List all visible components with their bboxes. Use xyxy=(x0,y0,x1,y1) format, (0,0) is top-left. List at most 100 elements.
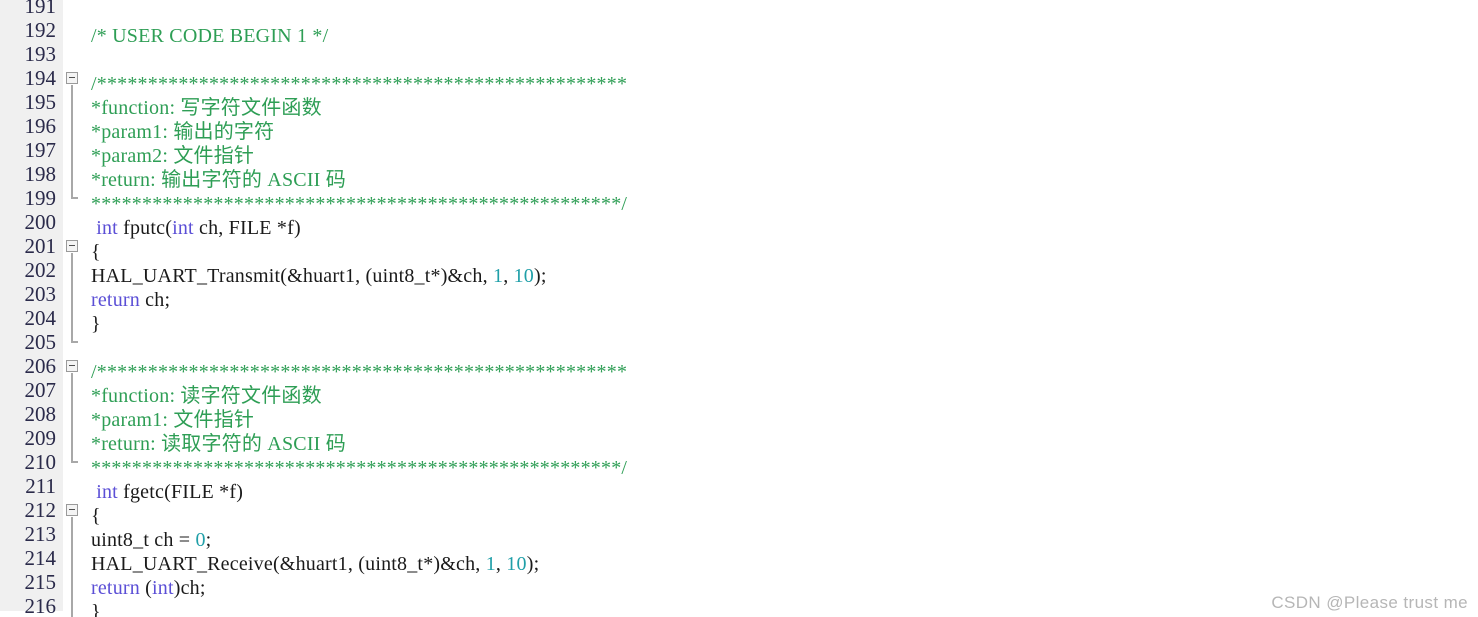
code-token-plain: ; xyxy=(205,529,212,551)
code-token-number: 1 xyxy=(492,265,504,287)
line-number: 209 xyxy=(24,426,57,450)
code-line[interactable]: *param1: 输出的字符 xyxy=(85,120,1478,144)
fold-cell xyxy=(63,546,85,570)
fold-collapse-icon[interactable] xyxy=(66,504,78,516)
fold-guide-line xyxy=(71,90,73,114)
fold-guide-line xyxy=(71,282,73,306)
line-number: 211 xyxy=(25,474,56,498)
code-folding-gutter[interactable] xyxy=(63,0,85,617)
code-line[interactable]: /***************************************… xyxy=(85,72,1478,96)
line-number: 208 xyxy=(24,402,57,426)
fold-cell xyxy=(63,90,85,114)
code-line[interactable]: uint8_t ch = 0; xyxy=(85,528,1478,552)
code-token-comment: ****************************************… xyxy=(91,457,628,479)
code-line[interactable]: ****************************************… xyxy=(85,456,1478,480)
code-line[interactable] xyxy=(85,336,1478,360)
fold-cell xyxy=(63,258,85,282)
code-line[interactable]: *return: 读取字符的 ASCII 码 xyxy=(85,432,1478,456)
fold-end-marker xyxy=(71,341,78,343)
fold-cell xyxy=(63,234,85,258)
fold-cell xyxy=(63,66,85,90)
fold-end-marker xyxy=(71,461,78,463)
code-token-comment: *param2: 文件指针 xyxy=(91,145,255,167)
line-number: 216 xyxy=(24,594,57,617)
line-number: 196 xyxy=(24,114,57,138)
line-number: 194 xyxy=(24,66,57,90)
code-line[interactable]: return (int)ch; xyxy=(85,576,1478,600)
line-number: 214 xyxy=(24,546,57,570)
code-token-number: 0 xyxy=(195,529,206,551)
code-line[interactable]: *function: 读字符文件函数 xyxy=(85,384,1478,408)
line-number-gutter[interactable]: 191 192 193 194 195 196 197 198 199 200 201 202 203 2… xyxy=(0,0,63,617)
fold-guide-line xyxy=(71,114,73,138)
code-token-plain: , xyxy=(495,553,507,575)
fold-guide-line xyxy=(71,594,73,617)
code-line[interactable]: HAL_UART_Receive(&huart1, (uint8_t*)&ch,… xyxy=(85,552,1478,576)
code-token-plain: HAL_UART_Receive(&huart1, (uint8_t*)&ch, xyxy=(91,553,486,575)
code-line[interactable] xyxy=(85,48,1478,72)
line-number: 200 xyxy=(24,210,57,234)
line-number: 191 xyxy=(24,0,57,18)
line-number: 202 xyxy=(24,258,57,282)
code-token-comment: ****************************************… xyxy=(91,193,628,215)
code-line[interactable]: *return: 输出字符的 ASCII 码 xyxy=(85,168,1478,192)
code-token-plain: )ch; xyxy=(173,577,206,599)
code-token-plain: uint8_t ch = xyxy=(91,529,196,551)
code-token-plain: fgetc(FILE *f) xyxy=(117,481,244,503)
fold-guide-line xyxy=(71,162,73,186)
code-editor[interactable]: 191 192 193 194 195 196 197 198 199 200 201 202 203 2… xyxy=(0,0,1478,617)
fold-cell xyxy=(63,594,85,617)
code-line[interactable]: int fgetc(FILE *f) xyxy=(85,480,1478,504)
code-line[interactable]: } xyxy=(85,600,1478,617)
code-line[interactable] xyxy=(85,0,1478,24)
line-number: 199 xyxy=(24,186,57,210)
code-token-plain: ); xyxy=(534,265,547,287)
code-line[interactable]: } xyxy=(85,312,1478,336)
code-token-plain: { xyxy=(91,505,101,527)
code-token-keyword: int xyxy=(96,481,118,503)
code-line[interactable]: ****************************************… xyxy=(85,192,1478,216)
code-line[interactable]: HAL_UART_Transmit(&huart1, (uint8_t*)&ch… xyxy=(85,264,1478,288)
code-line[interactable]: { xyxy=(85,240,1478,264)
fold-collapse-icon[interactable] xyxy=(66,360,78,372)
fold-cell xyxy=(63,210,85,234)
code-line[interactable]: *function: 写字符文件函数 xyxy=(85,96,1478,120)
code-token-comment: *function: 写字符文件函数 xyxy=(91,97,322,119)
line-number: 205 xyxy=(24,330,57,354)
line-number: 206 xyxy=(24,354,57,378)
fold-cell xyxy=(63,306,85,330)
code-token-plain: ); xyxy=(526,553,540,575)
code-line[interactable]: /***************************************… xyxy=(85,360,1478,384)
code-token-keyword: int xyxy=(96,217,118,239)
line-number: 213 xyxy=(24,522,57,546)
code-line[interactable]: *param1: 文件指针 xyxy=(85,408,1478,432)
code-token-plain: ch; xyxy=(139,289,171,311)
code-line[interactable]: { xyxy=(85,504,1478,528)
fold-guide-line xyxy=(71,426,73,450)
code-line[interactable]: /* USER CODE BEGIN 1 */ xyxy=(85,24,1478,48)
line-number: 212 xyxy=(24,498,57,522)
fold-cell xyxy=(63,114,85,138)
code-line[interactable]: int fputc(int ch, FILE *f) xyxy=(85,216,1478,240)
code-token-number: 10 xyxy=(506,553,527,575)
code-line[interactable]: return ch; xyxy=(85,288,1478,312)
code-token-plain: { xyxy=(91,241,101,263)
fold-guide-line xyxy=(71,378,73,402)
code-token-keyword: int xyxy=(172,217,194,239)
code-text-area[interactable]: /* USER CODE BEGIN 1 */ /****************… xyxy=(85,0,1478,617)
code-token-plain: ch, FILE *f) xyxy=(193,217,301,239)
fold-collapse-icon[interactable] xyxy=(66,72,78,84)
code-token-comment: /***************************************… xyxy=(91,361,628,383)
fold-collapse-icon[interactable] xyxy=(66,240,78,252)
fold-guide-line xyxy=(71,570,73,594)
code-line[interactable]: *param2: 文件指针 xyxy=(85,144,1478,168)
fold-cell xyxy=(63,0,85,18)
fold-guide-line xyxy=(71,522,73,546)
fold-cell xyxy=(63,498,85,522)
code-token-number: 10 xyxy=(513,265,534,287)
line-number: 215 xyxy=(24,570,57,594)
fold-cell xyxy=(63,162,85,186)
fold-cell xyxy=(63,378,85,402)
fold-cell xyxy=(63,402,85,426)
fold-cell xyxy=(63,138,85,162)
